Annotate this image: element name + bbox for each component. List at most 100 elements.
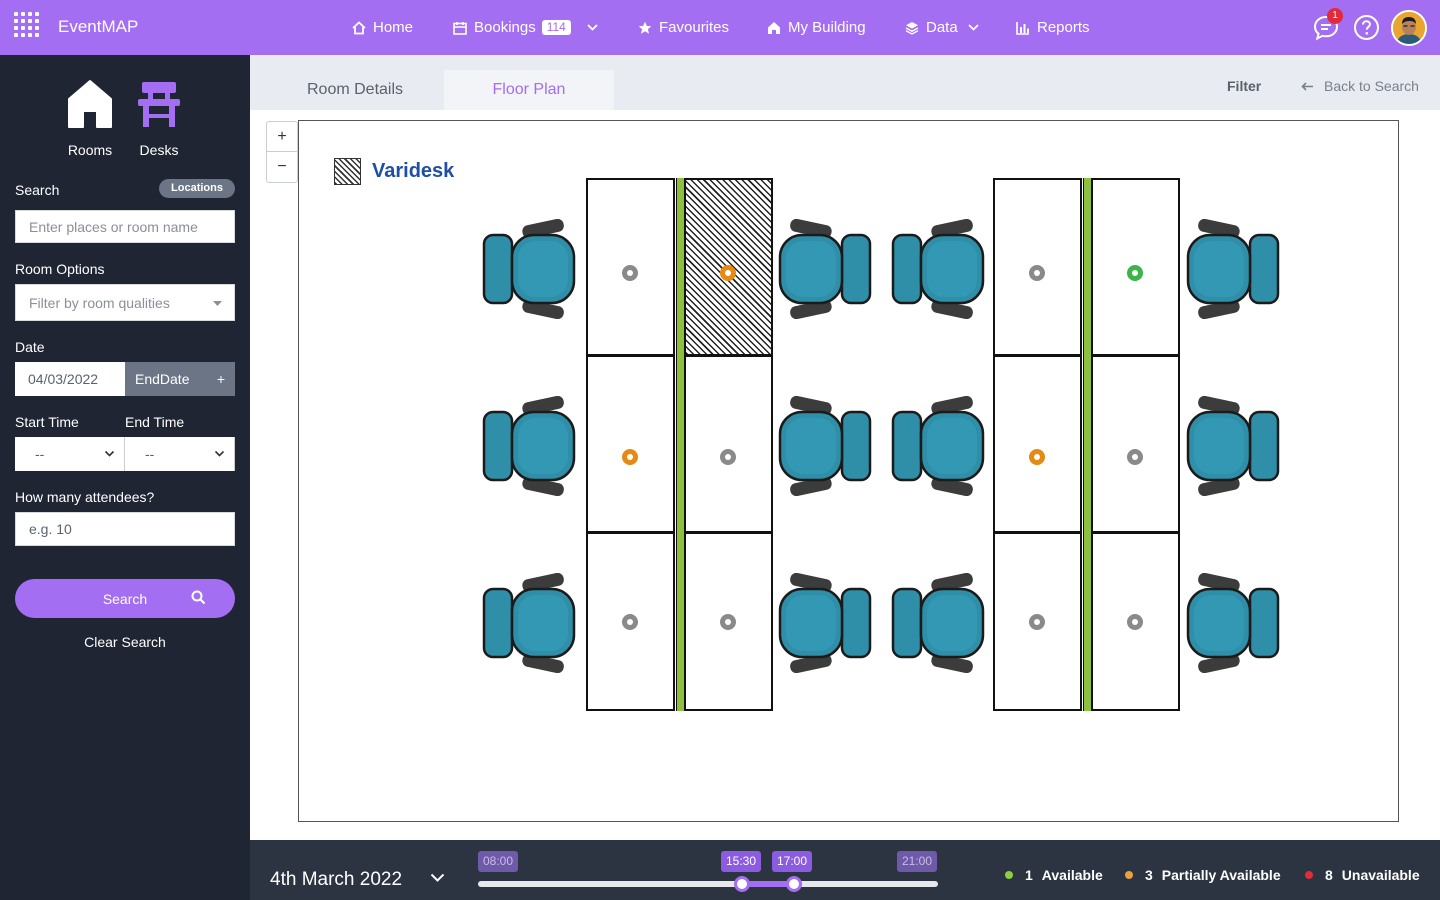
nav-bookings-label: Bookings bbox=[474, 19, 536, 36]
chevron-down-icon[interactable] bbox=[430, 873, 445, 883]
slider-min-label: 08:00 bbox=[478, 851, 519, 872]
room-options-placeholder: Filter by room qualities bbox=[29, 294, 170, 311]
caret-down-icon bbox=[213, 301, 222, 306]
available-label: Available bbox=[1041, 867, 1103, 883]
calendar-icon bbox=[453, 21, 467, 35]
slider-end-label: 17:00 bbox=[772, 851, 813, 872]
end-time-select[interactable]: -- bbox=[125, 437, 235, 471]
brand[interactable]: EventMAP bbox=[14, 12, 138, 42]
nav-favourites[interactable]: Favourites bbox=[638, 0, 729, 55]
nav-favourites-label: Favourites bbox=[659, 19, 730, 36]
bookings-count-badge: 114 bbox=[541, 20, 571, 35]
search-label: Search bbox=[15, 182, 60, 198]
desk-unavailable[interactable] bbox=[1091, 355, 1180, 533]
plus-icon: + bbox=[216, 371, 225, 387]
filter-button[interactable]: Filter bbox=[1227, 78, 1261, 94]
office-chair-icon bbox=[482, 572, 582, 674]
nav-data[interactable]: Data bbox=[905, 0, 979, 55]
back-to-search-label: Back to Search bbox=[1324, 78, 1419, 94]
room-options-select[interactable]: Filter by room qualities bbox=[15, 284, 235, 321]
unavailable-label: Unavailable bbox=[1341, 867, 1420, 883]
tab-floor-plan[interactable]: Floor Plan bbox=[444, 70, 614, 110]
desks-label: Desks bbox=[139, 142, 179, 158]
desk-status-unavailable-icon[interactable] bbox=[1127, 614, 1143, 630]
desk-partial[interactable] bbox=[993, 355, 1082, 533]
rooms-type-button[interactable]: Rooms bbox=[55, 79, 125, 158]
desk-partial[interactable] bbox=[586, 355, 675, 533]
selected-date[interactable]: 4th March 2022 bbox=[270, 869, 402, 891]
date-input[interactable]: 04/03/2022 bbox=[15, 362, 125, 396]
partial-count: 3 bbox=[1145, 867, 1153, 883]
desk-status-partial-icon[interactable] bbox=[622, 449, 638, 465]
question-circle-icon bbox=[1354, 15, 1379, 40]
locations-toggle[interactable]: Locations bbox=[159, 179, 235, 198]
search-sidebar: Rooms Desks Search Locations Enter place… bbox=[0, 55, 250, 900]
clear-search-link[interactable]: Clear Search bbox=[15, 634, 235, 650]
slider-start-label: 15:30 bbox=[721, 851, 762, 872]
top-navigation-bar: EventMAP Home Bookings 114 Favourites My… bbox=[0, 0, 1440, 55]
back-to-search-link[interactable]: Back to Search bbox=[1301, 78, 1419, 94]
attendees-input[interactable]: e.g. 10 bbox=[15, 512, 235, 546]
user-avatar[interactable] bbox=[1391, 10, 1427, 46]
end-time-handle[interactable] bbox=[786, 876, 802, 892]
desk-status-unavailable-icon[interactable] bbox=[720, 614, 736, 630]
zoom-in-button[interactable]: + bbox=[267, 122, 297, 152]
rooms-label: Rooms bbox=[67, 142, 113, 158]
available-stat: 1 Available bbox=[1005, 867, 1103, 883]
available-count: 1 bbox=[1025, 867, 1033, 883]
end-date-label: EndDate bbox=[135, 371, 190, 387]
star-icon bbox=[638, 21, 652, 35]
end-date-button[interactable]: EndDate + bbox=[125, 362, 235, 396]
tab-room-details[interactable]: Room Details bbox=[280, 70, 430, 110]
chevron-down-icon[interactable] bbox=[968, 24, 979, 31]
nav-reports-label: Reports bbox=[1037, 19, 1090, 36]
desk-icon bbox=[138, 82, 180, 127]
unavailable-stat: 8 Unavailable bbox=[1305, 867, 1420, 883]
available-dot-icon bbox=[1005, 871, 1013, 879]
office-chair-icon bbox=[1180, 572, 1280, 674]
nav-data-label: Data bbox=[926, 19, 958, 36]
partial-dot-icon bbox=[1125, 871, 1133, 879]
office-chair-icon bbox=[1180, 218, 1280, 320]
start-time-handle[interactable] bbox=[734, 876, 750, 892]
desks-type-button[interactable]: Desks bbox=[124, 79, 194, 158]
desk-status-unavailable-icon[interactable] bbox=[622, 614, 638, 630]
start-time-select[interactable]: -- bbox=[15, 437, 125, 471]
notification-badge: 1 bbox=[1327, 8, 1343, 24]
home-icon bbox=[352, 20, 366, 35]
search-input[interactable]: Enter places or room name bbox=[15, 210, 235, 243]
start-time-label: Start Time bbox=[15, 414, 79, 430]
arrow-left-icon bbox=[1301, 81, 1313, 91]
nav-bookings[interactable]: Bookings 114 bbox=[453, 0, 598, 55]
office-chair-icon bbox=[482, 395, 582, 497]
chevron-down-icon bbox=[214, 450, 225, 457]
nav-reports[interactable]: Reports bbox=[1016, 0, 1090, 55]
desk-status-unavailable-icon[interactable] bbox=[622, 265, 638, 281]
office-chair-icon bbox=[1180, 395, 1280, 497]
bar-chart-icon bbox=[1016, 21, 1030, 35]
desk-status-unavailable-icon[interactable] bbox=[1127, 449, 1143, 465]
desk-status-partial-icon[interactable] bbox=[1029, 449, 1045, 465]
partial-stat: 3 Partially Available bbox=[1125, 867, 1281, 883]
desk-status-unavailable-icon[interactable] bbox=[720, 449, 736, 465]
office-chair-icon bbox=[891, 218, 991, 320]
office-chair-icon bbox=[772, 572, 872, 674]
view-tabs: Room Details Floor Plan Filter Back to S… bbox=[250, 55, 1440, 110]
desk-unavailable[interactable] bbox=[684, 355, 773, 533]
varidesk-legend-label: Varidesk bbox=[372, 160, 455, 182]
end-time-value: -- bbox=[145, 446, 155, 462]
desk-status-unavailable-icon[interactable] bbox=[1029, 614, 1045, 630]
house-icon bbox=[68, 80, 112, 128]
zoom-out-button[interactable]: − bbox=[267, 152, 297, 182]
desk-status-unavailable-icon[interactable] bbox=[1029, 265, 1045, 281]
chevron-down-icon[interactable] bbox=[587, 24, 598, 31]
desk-status-available-icon[interactable] bbox=[1127, 265, 1143, 281]
eventmap-logo-icon bbox=[14, 12, 40, 42]
nav-my-building[interactable]: My Building bbox=[767, 0, 866, 55]
unavailable-dot-icon bbox=[1305, 871, 1313, 879]
desk-status-partial-icon[interactable] bbox=[720, 265, 736, 281]
time-slider-track[interactable] bbox=[478, 881, 938, 887]
search-button[interactable]: Search bbox=[15, 579, 235, 618]
nav-home[interactable]: Home bbox=[352, 0, 413, 55]
help-button[interactable] bbox=[1353, 14, 1380, 41]
